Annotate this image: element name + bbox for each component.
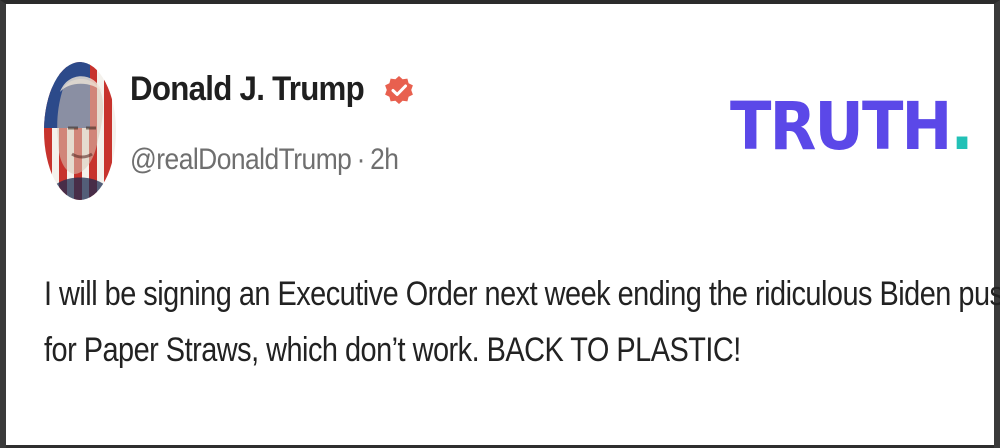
truth-logo: TRUTH. [730,94,974,160]
author-name-row: Donald J. Trump [130,70,435,109]
truth-logo-dot: . [950,88,974,165]
author-handle[interactable]: @realDonaldTrump [130,143,352,176]
author-meta-row: @realDonaldTrump · 2h [130,143,399,177]
avatar-portrait-icon [52,76,108,200]
post-timestamp[interactable]: 2h [370,143,399,176]
verified-badge-icon [385,75,414,104]
author-display-name[interactable]: Donald J. Trump [130,70,365,109]
post-body-text: I will be signing an Executive Order nex… [44,266,1000,378]
post-header: Donald J. Trump @realDonaldTrump · 2h [130,70,435,177]
post-body-line: I will be signing an Executive Order nex… [44,275,1000,313]
profile-avatar[interactable] [44,62,116,200]
meta-separator: · [356,143,366,176]
post-body-line: for Paper Straws, which don’t work. BACK… [44,331,741,369]
truth-logo-text: TRUTH [730,88,952,165]
truth-social-post-card: Donald J. Trump @realDonaldTrump · 2h TRUT… [0,0,1000,448]
